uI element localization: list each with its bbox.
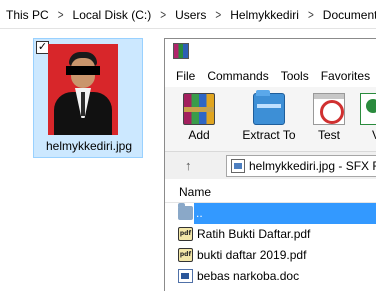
list-item[interactable]: bebas narkoba.doc	[165, 266, 376, 287]
chevron-right-icon[interactable]: >	[153, 8, 173, 22]
menu-commands[interactable]: Commands	[207, 69, 268, 83]
add-archive-icon	[183, 93, 215, 125]
toolbar: Add Extract To Test V	[165, 87, 376, 151]
list-item[interactable]: pdf Ratih Bukti Daftar.pdf	[165, 224, 376, 245]
path-bar: ↑ helmykkediri.jpg - SFX RA	[165, 151, 376, 179]
breadcrumb-this-pc[interactable]: This PC	[4, 8, 51, 22]
list-item-name: ..	[196, 206, 203, 220]
file-name-label: helmykkediri.jpg	[45, 139, 133, 153]
menu-bar: File Commands Tools Favorites	[165, 65, 376, 87]
view-label: V	[371, 128, 376, 142]
breadcrumb-user-folder[interactable]: Helmykkediri	[228, 8, 301, 22]
extract-to-label: Extract To	[242, 128, 296, 142]
address-bar[interactable]: This PC > Local Disk (C:) > Users > Helm…	[0, 0, 376, 29]
breadcrumb: This PC > Local Disk (C:) > Users > Helm…	[4, 8, 376, 22]
extract-folder-icon	[253, 90, 285, 125]
test-clipboard-icon	[313, 93, 345, 125]
extract-to-button[interactable]: Extract To	[237, 90, 301, 142]
test-label: Test	[317, 128, 340, 142]
chevron-right-icon[interactable]: >	[51, 8, 71, 22]
list-item-parent-folder[interactable]: ..	[178, 203, 376, 224]
winrar-window: File Commands Tools Favorites Add Extrac…	[164, 38, 376, 291]
archive-file-icon	[231, 159, 245, 173]
title-bar[interactable]	[165, 39, 376, 65]
pdf-icon: pdf	[178, 227, 193, 241]
breadcrumb-local-disk[interactable]: Local Disk (C:)	[71, 8, 154, 22]
column-header-name[interactable]: Name	[165, 179, 376, 203]
up-arrow-icon[interactable]: ↑	[185, 158, 192, 173]
file-list: Name .. pdf Ratih Bukti Daftar.pdf pdf b…	[165, 179, 376, 291]
winrar-app-icon[interactable]	[173, 43, 189, 59]
breadcrumb-documents[interactable]: Documents	[321, 8, 376, 22]
view-button[interactable]: V	[359, 93, 376, 142]
chevron-right-icon[interactable]: >	[301, 8, 321, 22]
archive-path-field[interactable]: helmykkediri.jpg - SFX RA	[226, 155, 376, 177]
menu-file[interactable]: File	[176, 69, 195, 83]
image-thumbnail	[48, 44, 118, 135]
list-item-name: Ratih Bukti Daftar.pdf	[197, 227, 311, 241]
list-item[interactable]: pdf bukti daftar 2019.pdf	[165, 245, 376, 266]
list-item-name: bebas narkoba.doc	[197, 269, 300, 283]
menu-tools[interactable]: Tools	[281, 69, 309, 83]
file-item-helmykkediri-jpg[interactable]: ✓ helmykkediri.jpg	[33, 38, 143, 158]
add-button[interactable]: Add	[179, 93, 219, 142]
test-button[interactable]: Test	[311, 93, 347, 142]
breadcrumb-users[interactable]: Users	[173, 8, 208, 22]
menu-favorites[interactable]: Favorites	[321, 69, 370, 83]
pdf-icon: pdf	[178, 248, 193, 262]
word-document-icon	[178, 269, 193, 283]
add-label: Add	[188, 128, 210, 142]
folder-icon	[178, 203, 193, 220]
list-item-name: bukti daftar 2019.pdf	[197, 248, 307, 262]
chevron-right-icon[interactable]: >	[208, 8, 228, 22]
view-icon	[360, 93, 376, 125]
archive-path-text: helmykkediri.jpg - SFX RA	[249, 159, 376, 173]
